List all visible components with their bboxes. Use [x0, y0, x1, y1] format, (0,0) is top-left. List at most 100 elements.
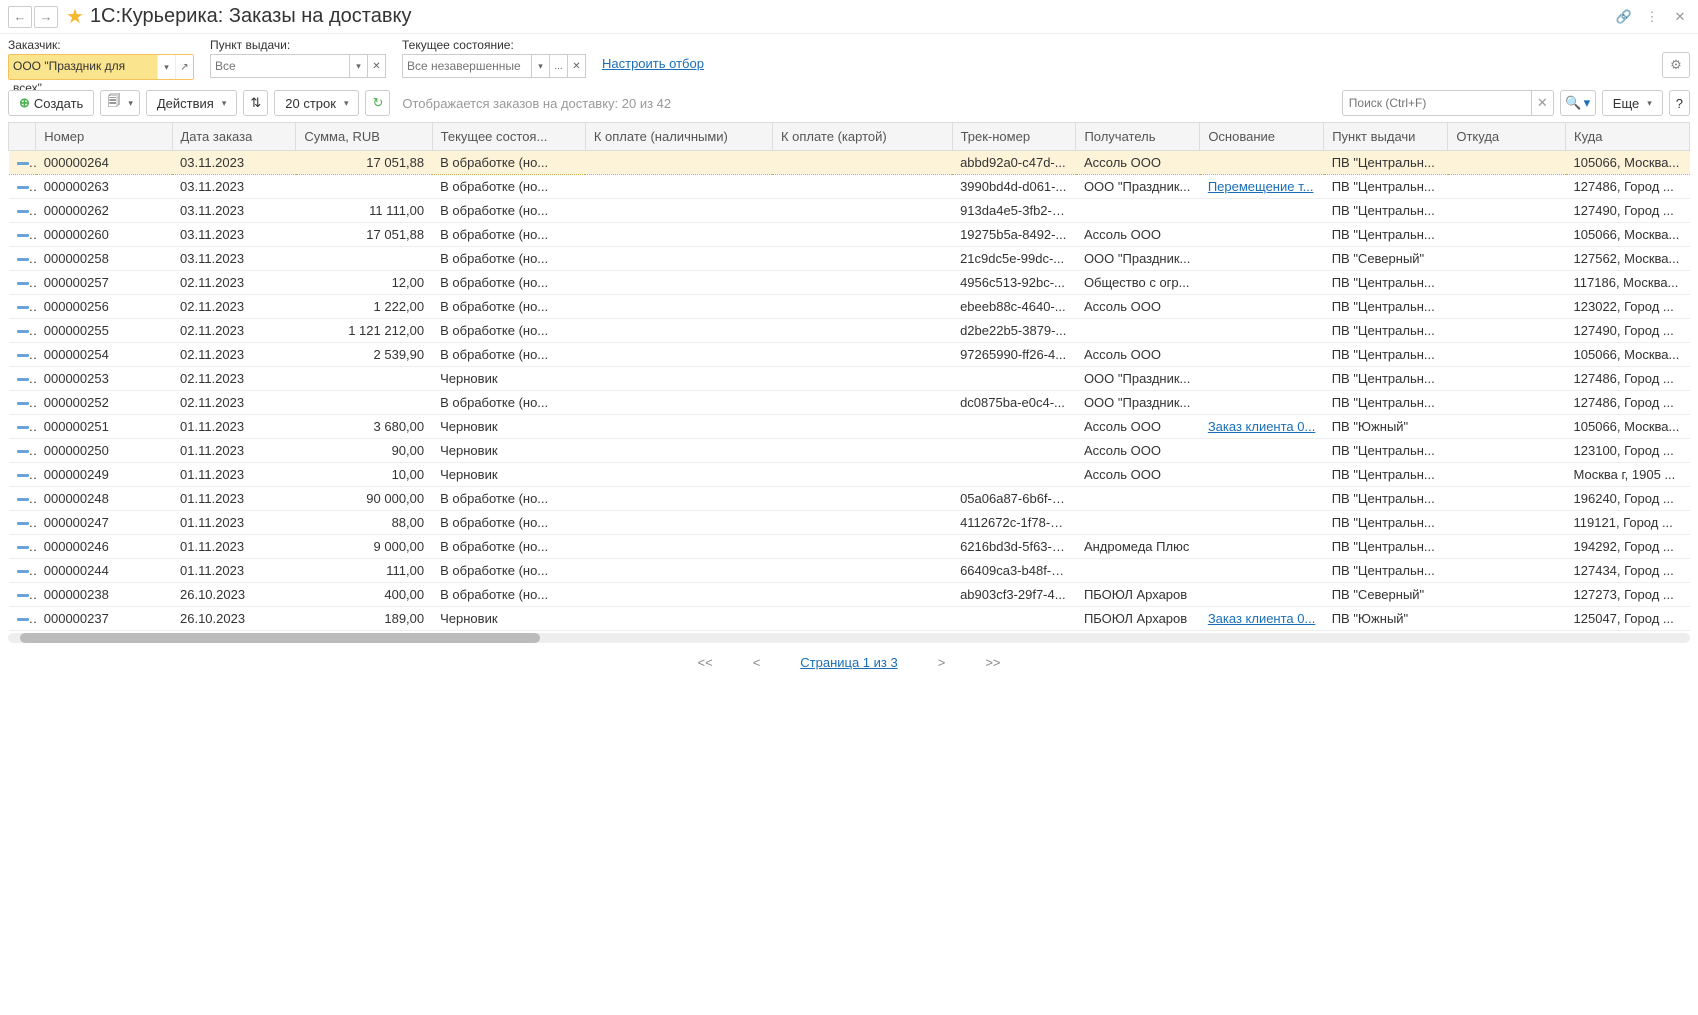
table-row[interactable]: 00000026203.11.202311 111,00В обработке … [9, 199, 1690, 223]
search-clear-button[interactable]: ✕ [1532, 90, 1554, 116]
table-row[interactable]: 00000026003.11.202317 051,88В обработке … [9, 223, 1690, 247]
refresh-button[interactable]: ↻ [365, 90, 390, 116]
table-row[interactable]: 00000024401.11.2023111,00В обработке (но… [9, 559, 1690, 583]
cell-number: 000000249 [36, 463, 172, 487]
swap-button[interactable]: ⇅ [243, 90, 268, 116]
table-row[interactable]: 00000024601.11.20239 000,00В обработке (… [9, 535, 1690, 559]
rows-button[interactable]: 20 строк ▾ [274, 90, 359, 116]
caret-down-icon: ▾ [222, 98, 227, 109]
next-page-button[interactable]: > [938, 655, 946, 670]
col-date[interactable]: Дата заказа [172, 123, 296, 151]
basis-link[interactable]: Заказ клиента 0... [1208, 419, 1316, 434]
cell-number: 000000263 [36, 175, 172, 199]
table-row[interactable]: 00000024701.11.202388,00В обработке (но.… [9, 511, 1690, 535]
orders-table: Номер Дата заказа Сумма, RUB Текущее сос… [8, 122, 1690, 631]
pickup-filter-input[interactable] [210, 54, 350, 78]
cell-track [952, 439, 1076, 463]
table-row[interactable]: 00000025502.11.20231 121 212,00В обработ… [9, 319, 1690, 343]
cell-pay-cash [585, 463, 772, 487]
cell-from [1448, 607, 1566, 631]
cell-recipient: Ассоль ООО [1076, 343, 1200, 367]
cell-to: 105066, Москва... [1566, 343, 1690, 367]
search-dropdown-button[interactable]: 🔍 ▾ [1560, 90, 1596, 116]
table-row[interactable]: 00000023726.10.2023189,00ЧерновикПБОЮЛ А… [9, 607, 1690, 631]
cell-from [1448, 199, 1566, 223]
create-button[interactable]: ⊕ Создать [8, 90, 94, 116]
help-button[interactable]: ? [1669, 90, 1690, 116]
more-button[interactable]: Еще ▾ [1602, 90, 1663, 116]
row-status-icon [9, 439, 36, 463]
table-row[interactable]: 00000025001.11.202390,00ЧерновикАссоль О… [9, 439, 1690, 463]
configure-filter-link[interactable]: Настроить отбор [602, 56, 704, 71]
col-pay-cash[interactable]: К оплате (наличными) [585, 123, 772, 151]
cell-number: 000000251 [36, 415, 172, 439]
col-sum[interactable]: Сумма, RUB [296, 123, 432, 151]
cell-pay-card [772, 223, 952, 247]
table-row[interactable]: 00000025803.11.2023В обработке (но...21c… [9, 247, 1690, 271]
table-row[interactable]: 00000025302.11.2023ЧерновикООО "Праздник… [9, 367, 1690, 391]
table-row[interactable]: 00000025702.11.202312,00В обработке (но.… [9, 271, 1690, 295]
col-state[interactable]: Текущее состоя... [432, 123, 585, 151]
col-basis[interactable]: Основание [1200, 123, 1324, 151]
cell-state: В обработке (но... [432, 511, 585, 535]
link-icon[interactable]: 🔗 [1614, 7, 1634, 27]
cell-pay-cash [585, 415, 772, 439]
col-to[interactable]: Куда [1566, 123, 1690, 151]
caret-down-icon: ▾ [128, 98, 133, 109]
basis-link[interactable]: Перемещение т... [1208, 179, 1314, 194]
table-row[interactable]: 00000024901.11.202310,00ЧерновикАссоль О… [9, 463, 1690, 487]
col-track[interactable]: Трек-номер [952, 123, 1076, 151]
cell-pickup: ПВ "Центральн... [1324, 151, 1448, 175]
table-row[interactable]: 00000023826.10.2023400,00В обработке (но… [9, 583, 1690, 607]
cell-pay-cash [585, 607, 772, 631]
table-row[interactable]: 00000026403.11.202317 051,88В обработке … [9, 151, 1690, 175]
col-from[interactable]: Откуда [1448, 123, 1566, 151]
prev-page-button[interactable]: < [753, 655, 761, 670]
favorite-star-icon[interactable]: ★ [66, 4, 84, 29]
table-row[interactable]: 00000025602.11.20231 222,00В обработке (… [9, 295, 1690, 319]
more-icon[interactable]: ⋮ [1642, 7, 1662, 27]
cell-pay-card [772, 415, 952, 439]
pickup-dropdown-button[interactable]: ▾ [350, 54, 368, 78]
col-pickup[interactable]: Пункт выдачи [1324, 123, 1448, 151]
col-recipient[interactable]: Получатель [1076, 123, 1200, 151]
first-page-button[interactable]: << [698, 655, 713, 670]
table-row[interactable]: 00000025402.11.20232 539,90В обработке (… [9, 343, 1690, 367]
cell-pickup: ПВ "Центральн... [1324, 271, 1448, 295]
col-number[interactable]: Номер [36, 123, 172, 151]
search-input[interactable] [1342, 90, 1532, 116]
customer-dropdown-button[interactable]: ▾ [157, 55, 175, 79]
table-row[interactable]: 00000026303.11.2023В обработке (но...399… [9, 175, 1690, 199]
cell-sum: 1 222,00 [296, 295, 432, 319]
customer-open-button[interactable]: ↗ [175, 55, 193, 79]
table-row[interactable]: 00000024801.11.202390 000,00В обработке … [9, 487, 1690, 511]
col-pay-card[interactable]: К оплате (картой) [772, 123, 952, 151]
last-page-button[interactable]: >> [985, 655, 1000, 670]
state-filter-input[interactable] [402, 54, 532, 78]
horizontal-scrollbar[interactable] [8, 633, 1690, 643]
status-text: Отображается заказов на доставку: 20 из … [402, 96, 671, 111]
table-row[interactable]: 00000025202.11.2023В обработке (но...dc0… [9, 391, 1690, 415]
actions-button[interactable]: Действия ▾ [146, 90, 238, 116]
nav-back-button[interactable]: ← [8, 6, 32, 28]
settings-button[interactable]: ⚙ [1662, 52, 1690, 78]
cell-pickup: ПВ "Центральн... [1324, 175, 1448, 199]
customer-filter-input[interactable]: ООО "Праздник для всех" [9, 55, 157, 79]
state-more-button[interactable]: ... [550, 54, 568, 78]
nav-forward-button[interactable]: → [34, 6, 58, 28]
table-row[interactable]: 00000025101.11.20233 680,00ЧерновикАссол… [9, 415, 1690, 439]
pickup-clear-button[interactable]: ✕ [368, 54, 386, 78]
state-dropdown-button[interactable]: ▾ [532, 54, 550, 78]
cell-date: 01.11.2023 [172, 487, 296, 511]
basis-link[interactable]: Заказ клиента 0... [1208, 611, 1316, 626]
copy-button[interactable]: 🗐 ▾ [100, 90, 140, 116]
close-icon[interactable]: ✕ [1670, 7, 1690, 27]
scrollbar-thumb[interactable] [20, 633, 540, 643]
state-clear-button[interactable]: ✕ [568, 54, 586, 78]
cell-sum: 111,00 [296, 559, 432, 583]
page-indicator[interactable]: Страница 1 из 3 [800, 655, 897, 670]
cell-state: В обработке (но... [432, 223, 585, 247]
cell-track: 3990bd4d-d061-... [952, 175, 1076, 199]
col-icon[interactable] [9, 123, 36, 151]
cell-pay-card [772, 487, 952, 511]
